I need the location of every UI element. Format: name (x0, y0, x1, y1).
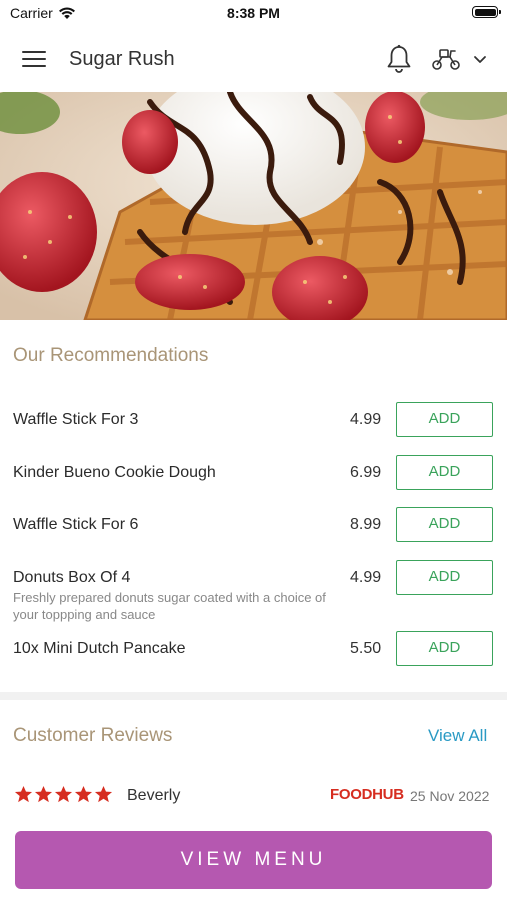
restaurant-title: Sugar Rush (69, 48, 175, 70)
hero-image (0, 92, 507, 320)
item-name: Waffle Stick For 3 (13, 411, 139, 428)
reviewer-name: Beverly (127, 787, 181, 804)
item-price: 4.99 (350, 569, 382, 586)
item-name: Kinder Bueno Cookie Dough (13, 464, 216, 481)
battery-icon (472, 6, 501, 18)
star-rating (14, 785, 113, 804)
star-icon (34, 785, 53, 803)
item-name: 10x Mini Dutch Pancake (13, 640, 186, 657)
item-description: Freshly prepared donuts sugar coated wit… (13, 590, 326, 622)
view-all-reviews-link[interactable]: View All (428, 726, 487, 746)
add-button[interactable]: ADD (396, 455, 493, 490)
add-button[interactable]: ADD (396, 560, 493, 595)
bell-icon[interactable] (385, 44, 413, 74)
chevron-down-icon[interactable] (472, 53, 488, 65)
item-name: Waffle Stick For 6 (13, 516, 139, 533)
review-source-logo: FOODHUB (330, 786, 404, 803)
review-date: 25 Nov 2022 (410, 788, 490, 804)
review-item: Beverly FOODHUB 25 Nov 2022 (0, 784, 507, 810)
item-name: Donuts Box Of 4 (13, 569, 131, 586)
add-button[interactable]: ADD (396, 631, 493, 666)
section-divider (0, 692, 507, 700)
app-header: Sugar Rush (0, 26, 507, 92)
item-price: 5.50 (350, 640, 382, 657)
item-price: 4.99 (350, 411, 382, 428)
star-icon (54, 785, 73, 803)
recommendations-title: Our Recommendations (13, 345, 209, 366)
item-price: 8.99 (350, 516, 382, 533)
delivery-scooter-icon[interactable] (430, 46, 462, 72)
hamburger-menu-icon[interactable] (22, 49, 48, 69)
waffle-dessert-illustration (0, 92, 507, 320)
item-price: 6.99 (350, 464, 382, 481)
star-icon (94, 785, 113, 803)
status-bar: Carrier 8:38 PM (0, 0, 507, 26)
add-button[interactable]: ADD (396, 402, 493, 437)
view-menu-button[interactable]: VIEW MENU (15, 831, 492, 889)
star-icon (74, 785, 93, 803)
star-icon (14, 785, 33, 803)
reviews-title: Customer Reviews (13, 725, 173, 746)
status-time: 8:38 PM (227, 5, 280, 21)
add-button[interactable]: ADD (396, 507, 493, 542)
